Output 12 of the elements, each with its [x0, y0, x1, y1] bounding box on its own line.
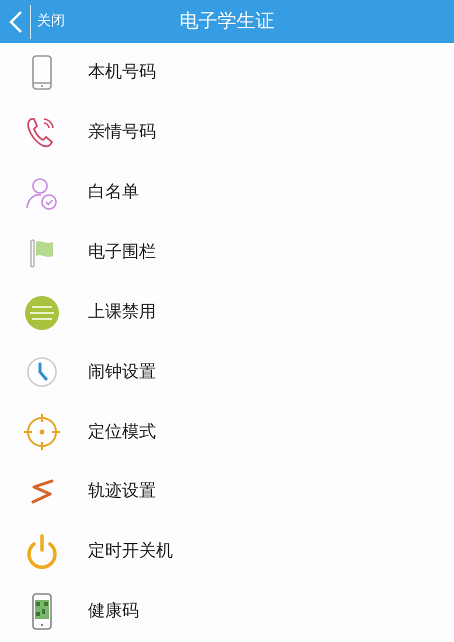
menu-item[interactable]: 电子围栏	[0, 222, 454, 283]
menu-item[interactable]: 定位模式	[0, 402, 454, 462]
menu-item[interactable]: 轨迹设置	[0, 462, 454, 522]
menu-item[interactable]: 白名单	[0, 162, 454, 223]
menu-item[interactable]: 健康码	[0, 582, 454, 642]
menu-item[interactable]: 定时开关机	[0, 522, 454, 582]
menu-item[interactable]: 本机号码	[0, 43, 454, 103]
menu-item[interactable]: 闹钟设置	[0, 342, 454, 402]
menu-item[interactable]: 亲情号码	[0, 102, 454, 163]
menu-item[interactable]: 上课禁用	[0, 282, 454, 342]
back-icon	[8, 10, 24, 34]
page-title: 电子学生证	[180, 10, 274, 32]
